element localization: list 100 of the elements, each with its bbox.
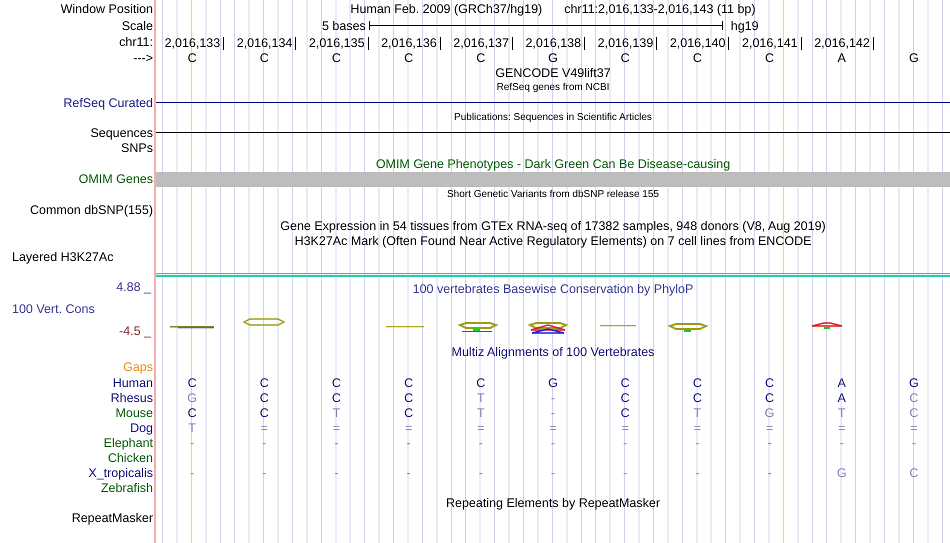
alignment-base: C	[620, 376, 630, 390]
alignment-base: C	[476, 376, 486, 390]
assembly-label: hg19	[730, 18, 759, 32]
alignment-base: A	[838, 390, 846, 404]
alignment-base: =	[549, 420, 557, 434]
base-letter: C	[260, 50, 269, 64]
track-label[interactable]: Sequences	[90, 126, 153, 140]
alignment-base: T	[838, 406, 846, 420]
position-label: 2,016,134	[236, 37, 296, 50]
track-title: OMIM Gene Phenotypes - Dark Green Can Be Disease-causing	[376, 156, 730, 170]
alignment-base: -	[767, 436, 772, 450]
alignment-base: -	[406, 436, 411, 450]
alignment-base: -	[190, 466, 194, 480]
alignment-base: =	[694, 420, 702, 434]
alignment-base: C	[909, 466, 918, 480]
alignment-base: C	[260, 376, 269, 390]
alignment-base: =	[766, 420, 774, 434]
species-label[interactable]: Human	[112, 376, 153, 390]
base-letter: C	[620, 50, 630, 64]
alignment-base: C	[692, 390, 702, 404]
base-letter: A	[838, 50, 846, 64]
track-title: Gene Expression in 54 tissues from GTEx RNA-seq of 17382 samples, 948 donors (V8, Aug 2019)	[280, 218, 826, 232]
alignment-base: -	[623, 466, 628, 480]
row-label: Window Position	[60, 2, 153, 16]
track-label[interactable]: Common dbSNP(155)	[30, 203, 153, 217]
alignment-base: G	[764, 406, 774, 420]
track-label[interactable]: RefSeq Curated	[63, 96, 153, 110]
alignment-base: T	[188, 420, 196, 434]
axis-min-label: -4.5 _	[119, 324, 151, 338]
position-label: 2,016,140	[670, 37, 730, 50]
alignment-base: C	[260, 390, 269, 404]
species-label[interactable]: Rhesus	[110, 390, 153, 404]
alignment-base: -	[334, 466, 339, 480]
alignment-base: =	[838, 420, 846, 434]
position-label: 2,016,142	[814, 37, 874, 50]
alignment-base: -	[695, 466, 700, 480]
species-label[interactable]: Mouse	[115, 406, 153, 420]
base-letter: G	[548, 50, 558, 64]
alignment-base: C	[404, 376, 414, 390]
base-letter: C	[765, 50, 774, 64]
track-title: GENCODE V49lift37	[495, 66, 611, 80]
base-letter: G	[909, 50, 919, 64]
alignment-base: G	[548, 376, 558, 390]
alignment-base: -	[550, 436, 556, 450]
track-title: Repeating Elements by RepeatMasker	[446, 496, 660, 510]
track-label[interactable]: OMIM Genes	[78, 172, 153, 186]
alignment-base: -	[550, 390, 556, 404]
alignment-base: C	[692, 376, 702, 390]
axis-max-label: 4.88 _	[116, 280, 151, 294]
row-label: chr11:	[119, 34, 153, 48]
alignment-base: G	[187, 390, 197, 404]
alignment-base: C	[260, 406, 269, 420]
alignment-base: T	[476, 390, 485, 404]
alignment-base: C	[404, 406, 414, 420]
alignment-base: =	[260, 420, 268, 434]
species-label[interactable]: Chicken	[108, 450, 153, 464]
alignment-base: -	[767, 466, 772, 480]
alignment-base: =	[332, 420, 340, 434]
track-title: RefSeq genes from NCBI	[496, 82, 610, 93]
alignment-base: T	[694, 406, 702, 420]
species-label[interactable]: Elephant	[104, 436, 153, 450]
alignment-base: C	[332, 376, 341, 390]
track-title: H3K27Ac Mark (Often Found Near Active Regulatory Elements) on 7 cell lines from ENCODE	[294, 234, 812, 248]
position-title: chr11:2,016,133-2,016,143 (11 bp)	[564, 2, 756, 16]
track-label[interactable]: SNPs	[121, 141, 153, 155]
species-label[interactable]: X_tropicalis	[88, 466, 153, 480]
alignment-base: -	[550, 406, 556, 420]
base-letter: C	[692, 50, 702, 64]
alignment-base: G	[836, 466, 847, 480]
alignment-base: -	[406, 466, 411, 480]
alignment-base: -	[550, 466, 556, 480]
track-label[interactable]: RepeatMasker	[72, 511, 153, 525]
row-label: Scale	[122, 18, 153, 32]
species-label[interactable]: Dog	[130, 420, 153, 434]
alignment-base: T	[476, 406, 485, 420]
species-label[interactable]: Zebrafish	[100, 480, 153, 494]
alignment-base: -	[478, 436, 483, 450]
position-label: 2,016,133	[164, 37, 224, 50]
alignment-base: =	[910, 420, 918, 434]
position-label: 2,016,139	[598, 37, 658, 50]
alignment-base: -	[262, 436, 266, 450]
position-label: 2,016,138	[525, 37, 586, 50]
alignment-base: T	[332, 406, 340, 420]
alignment-base: -	[912, 436, 916, 450]
track-label[interactable]: 100 Vert. Cons	[0, 302, 95, 316]
alignment-base: C	[909, 390, 918, 404]
position-label: 2,016,137	[453, 37, 513, 50]
alignment-base: C	[404, 390, 414, 404]
alignment-base: -	[695, 436, 700, 450]
alignment-base: C	[909, 406, 918, 420]
base-letter: C	[404, 50, 414, 64]
alignment-base: A	[838, 376, 846, 390]
alignment-base: -	[262, 466, 266, 480]
track-label[interactable]: Layered H3K27Ac	[12, 250, 114, 264]
alignment-base: =	[404, 420, 412, 434]
alignment-base: C	[332, 390, 341, 404]
base-letter: C	[476, 50, 486, 64]
assembly-title: Human Feb. 2009 (GRCh37/hg19)	[350, 2, 542, 16]
alignment-base: C	[765, 390, 774, 404]
alignment-base: C	[188, 376, 197, 390]
